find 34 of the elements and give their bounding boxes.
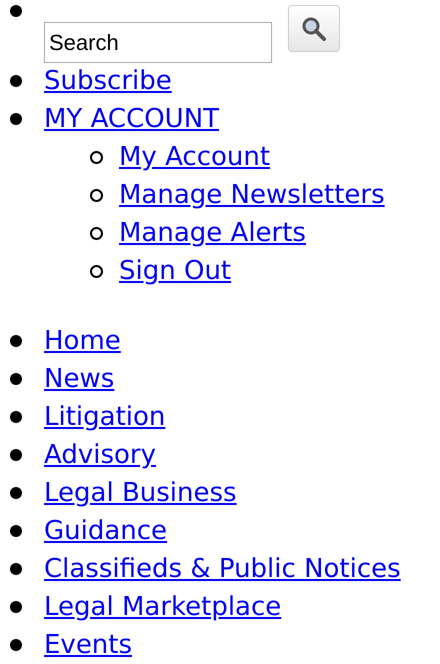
nav-link[interactable]: Subscribe xyxy=(44,68,172,94)
nav-link[interactable]: Guidance xyxy=(44,518,168,544)
bullet-icon xyxy=(10,373,22,385)
bullet-icon xyxy=(10,563,22,575)
nav-link[interactable]: Manage Newsletters xyxy=(119,182,385,208)
bullet-icon xyxy=(90,188,103,202)
bullet-icon xyxy=(10,335,22,347)
bullet-icon xyxy=(10,75,22,87)
bullet-icon xyxy=(10,5,22,17)
nav-link[interactable]: Legal Business xyxy=(44,480,237,506)
bullet-icon xyxy=(10,525,22,537)
nav-link[interactable]: My Account xyxy=(119,144,270,170)
bullet-icon xyxy=(90,264,103,278)
bullet-icon xyxy=(90,150,103,164)
nav-link[interactable]: News xyxy=(44,366,114,392)
nav-link[interactable]: Classifieds & Public Notices xyxy=(44,556,401,582)
bullet-icon xyxy=(10,639,22,651)
nav-link[interactable]: Sign Out xyxy=(119,258,232,284)
nav-link[interactable]: Events xyxy=(44,632,132,658)
search-button[interactable] xyxy=(288,5,340,52)
search-icon xyxy=(301,16,327,42)
nav-link[interactable]: Manage Alerts xyxy=(119,220,306,246)
bullet-icon xyxy=(10,487,22,499)
nav-link[interactable]: Legal Marketplace xyxy=(44,594,282,620)
nav-link[interactable]: MY ACCOUNT xyxy=(44,106,220,132)
bullet-icon xyxy=(10,601,22,613)
bullet-icon xyxy=(10,411,22,423)
nav-link[interactable]: Home xyxy=(44,328,121,354)
bullet-icon xyxy=(90,226,103,240)
nav-link[interactable]: Litigation xyxy=(44,404,166,430)
nav-link[interactable]: Advisory xyxy=(44,442,156,468)
bullet-icon xyxy=(10,449,22,461)
search-field[interactable]: Search xyxy=(44,22,272,63)
bullet-icon xyxy=(10,113,22,125)
